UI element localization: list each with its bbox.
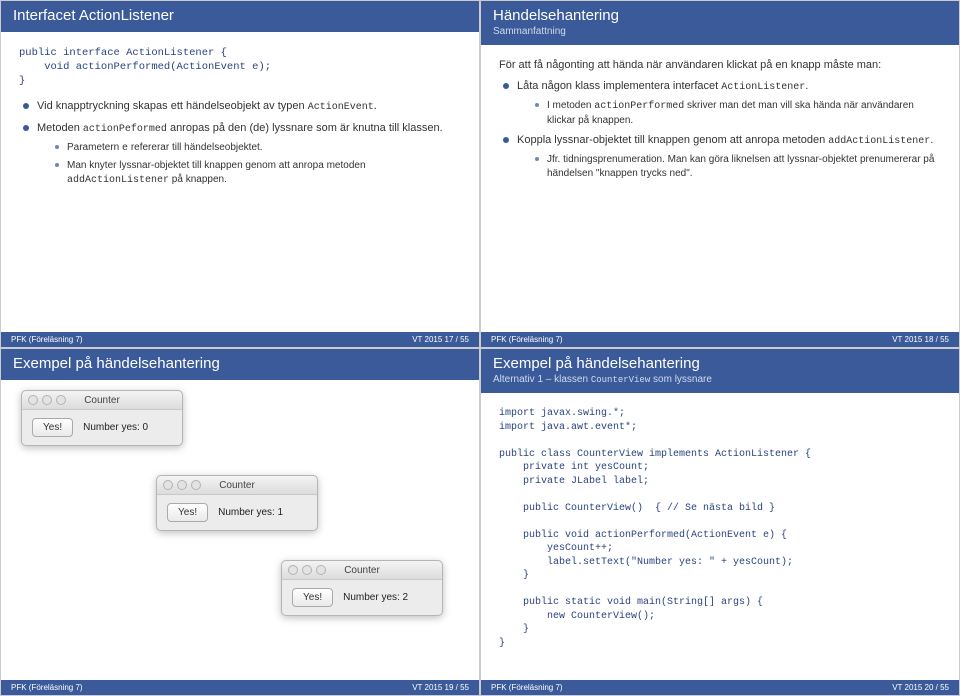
intro-text: För att få någonting att hända när använ… xyxy=(499,59,941,71)
footer-right: VT 2015 20 / 55 xyxy=(892,683,949,692)
slide-18: Händelsehantering Sammanfattning För att… xyxy=(480,0,960,348)
bullet: Metoden actionPeformed anropas på den (d… xyxy=(23,121,461,188)
code-block: import javax.swing.*; import java.awt.ev… xyxy=(499,407,941,650)
slide-footer: PFK (Föreläsning 7) VT 2015 18 / 55 xyxy=(481,332,959,347)
slide-body: Counter Yes! Number yes: 0 Counter Yes! … xyxy=(1,380,479,658)
slide-header: Interfacet ActionListener xyxy=(1,1,479,32)
slide-title: Exempel på händelsehantering xyxy=(13,355,467,372)
slide-body: public interface ActionListener { void a… xyxy=(1,32,479,197)
footer-left: PFK (Föreläsning 7) xyxy=(11,683,83,692)
slide-footer: PFK (Föreläsning 7) VT 2015 17 / 55 xyxy=(1,332,479,347)
count-label: Number yes: 1 xyxy=(218,507,283,518)
sub-bullet: Jfr. tidningsprenumeration. Man kan göra… xyxy=(535,153,941,180)
counter-window-2: Counter Yes! Number yes: 2 xyxy=(281,560,443,616)
sub-bullet: I metoden actionPerformed skriver man de… xyxy=(535,99,941,127)
counter-window-1: Counter Yes! Number yes: 1 xyxy=(156,475,318,531)
sub-bullet: Parametern e refererar till händelseobje… xyxy=(55,141,461,156)
slide-title: Händelsehantering xyxy=(493,7,947,24)
slide-footer: PFK (Föreläsning 7) VT 2015 19 / 55 xyxy=(1,680,479,695)
slide-19: Exempel på händelsehantering Counter Yes… xyxy=(0,348,480,696)
footer-right: VT 2015 18 / 55 xyxy=(892,335,949,344)
slide-subtitle: Alternativ 1 – klassen CounterView som l… xyxy=(493,374,947,385)
slide-17: Interfacet ActionListener public interfa… xyxy=(0,0,480,348)
yes-button[interactable]: Yes! xyxy=(32,418,73,437)
count-label: Number yes: 0 xyxy=(83,422,148,433)
window-title: Counter xyxy=(282,565,442,576)
footer-left: PFK (Föreläsning 7) xyxy=(491,683,563,692)
window-titlebar: Counter xyxy=(22,391,182,410)
slide-20: Exempel på händelsehantering Alternativ … xyxy=(480,348,960,696)
code-block: public interface ActionListener { void a… xyxy=(19,46,461,89)
slide-body: import javax.swing.*; import java.awt.ev… xyxy=(481,393,959,664)
bullet: Vid knapptryckning skapas ett händelseob… xyxy=(23,99,461,115)
bullet: Koppla lyssnar-objektet till knappen gen… xyxy=(503,133,941,180)
window-titlebar: Counter xyxy=(157,476,317,495)
footer-left: PFK (Föreläsning 7) xyxy=(491,335,563,344)
window-titlebar: Counter xyxy=(282,561,442,580)
bullet: Låta någon klass implementera interfacet… xyxy=(503,79,941,127)
window-title: Counter xyxy=(157,480,317,491)
slide-body: För att få någonting att hända när använ… xyxy=(481,45,959,190)
yes-button[interactable]: Yes! xyxy=(292,588,333,607)
slide-footer: PFK (Föreläsning 7) VT 2015 20 / 55 xyxy=(481,680,959,695)
footer-right: VT 2015 17 / 55 xyxy=(412,335,469,344)
slide-header: Exempel på händelsehantering xyxy=(1,349,479,380)
footer-left: PFK (Föreläsning 7) xyxy=(11,335,83,344)
slide-title: Interfacet ActionListener xyxy=(13,7,467,24)
footer-right: VT 2015 19 / 55 xyxy=(412,683,469,692)
slide-title: Exempel på händelsehantering xyxy=(493,355,947,372)
sub-bullet: Man knyter lyssnar-objektet till knappen… xyxy=(55,159,461,187)
counter-window-0: Counter Yes! Number yes: 0 xyxy=(21,390,183,446)
window-title: Counter xyxy=(22,395,182,406)
slide-header: Händelsehantering Sammanfattning xyxy=(481,1,959,45)
slide-header: Exempel på händelsehantering Alternativ … xyxy=(481,349,959,393)
slide-subtitle: Sammanfattning xyxy=(493,26,947,37)
yes-button[interactable]: Yes! xyxy=(167,503,208,522)
count-label: Number yes: 2 xyxy=(343,592,408,603)
